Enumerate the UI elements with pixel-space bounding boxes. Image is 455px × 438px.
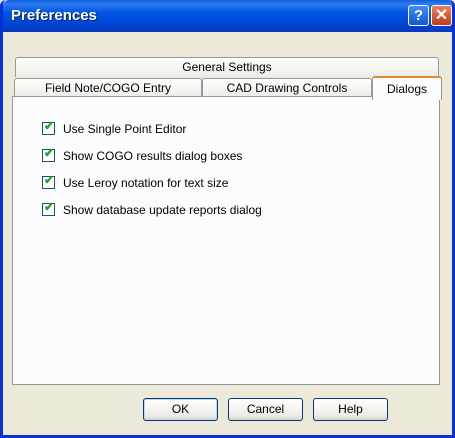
dialogs-tab-panel <box>12 96 440 385</box>
help-button[interactable]: Help <box>313 398 388 421</box>
option-label: Show database update reports dialog <box>63 203 262 217</box>
checkbox[interactable]: ✔ <box>42 200 55 216</box>
checkmark-icon: ✔ <box>44 200 55 214</box>
tab-general-settings[interactable]: General Settings <box>15 57 439 77</box>
ok-button[interactable]: OK <box>143 398 218 421</box>
title-bar: Preferences ? ✕ <box>3 0 452 32</box>
checkmark-icon: ✔ <box>44 146 55 160</box>
tab-dialogs[interactable]: Dialogs <box>372 76 442 100</box>
checkbox[interactable]: ✔ <box>42 146 55 162</box>
checkbox[interactable]: ✔ <box>42 173 55 189</box>
tab-cad-drawing-controls[interactable]: CAD Drawing Controls <box>202 78 372 98</box>
option-label: Use Single Point Editor <box>63 122 187 136</box>
cancel-button[interactable]: Cancel <box>228 398 303 421</box>
checkbox[interactable]: ✔ <box>42 119 55 135</box>
help-icon[interactable]: ? <box>408 5 429 26</box>
checkmark-icon: ✔ <box>44 119 55 133</box>
window-title: Preferences <box>11 7 97 24</box>
option-label: Show COGO results dialog boxes <box>63 149 243 163</box>
tab-field-note-cogo-entry[interactable]: Field Note/COGO Entry <box>14 78 202 98</box>
option-label: Use Leroy notation for text size <box>63 176 229 190</box>
checkmark-icon: ✔ <box>44 173 55 187</box>
close-icon[interactable]: ✕ <box>431 5 452 26</box>
